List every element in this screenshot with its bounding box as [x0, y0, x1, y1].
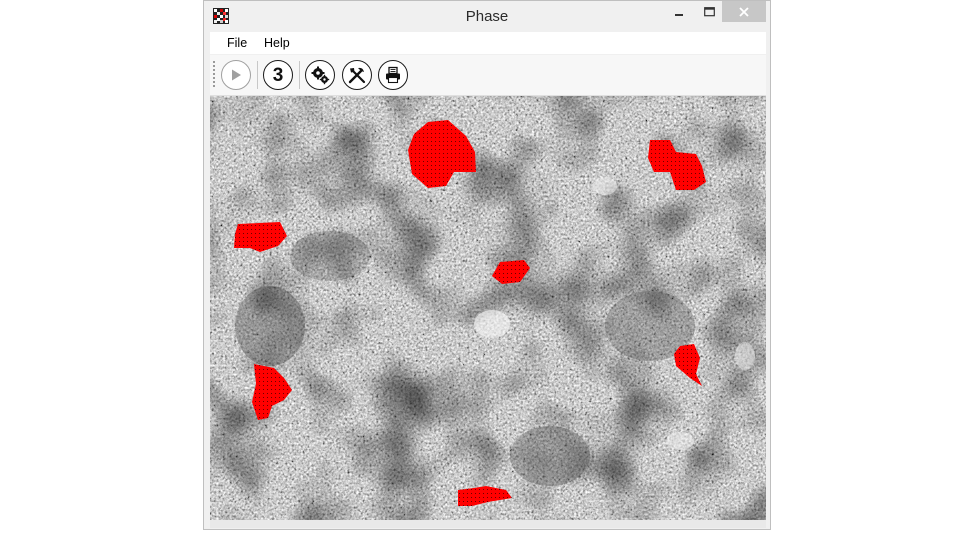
micrograph-image — [210, 96, 766, 520]
toolbar: 3 — [210, 55, 766, 96]
menu-bar: File Help — [210, 32, 766, 54]
toolbar-grip[interactable] — [213, 61, 215, 89]
toolbar-separator — [257, 61, 258, 89]
app-window: Phase File Help 3 — [203, 0, 771, 530]
count-button[interactable]: 3 — [263, 60, 293, 90]
status-strip — [210, 520, 766, 528]
maximize-icon — [703, 6, 715, 16]
title-bar[interactable]: Phase — [204, 1, 770, 32]
close-icon — [739, 6, 749, 17]
tools-icon — [348, 67, 366, 84]
play-icon — [232, 69, 241, 81]
maximize-button[interactable] — [696, 1, 722, 22]
settings-button[interactable] — [305, 60, 335, 90]
minimize-button[interactable] — [666, 1, 692, 22]
menu-help[interactable]: Help — [264, 36, 290, 50]
menu-file[interactable]: File — [227, 36, 247, 50]
printer-icon — [386, 66, 400, 84]
tools-button[interactable] — [342, 60, 372, 90]
close-button[interactable] — [722, 1, 766, 22]
print-button[interactable] — [378, 60, 408, 90]
gears-icon — [311, 66, 330, 85]
number-three-icon: 3 — [272, 64, 284, 86]
run-button[interactable] — [221, 60, 251, 90]
image-viewport[interactable] — [210, 96, 766, 520]
minimize-icon — [675, 13, 683, 16]
toolbar-separator — [299, 61, 300, 89]
